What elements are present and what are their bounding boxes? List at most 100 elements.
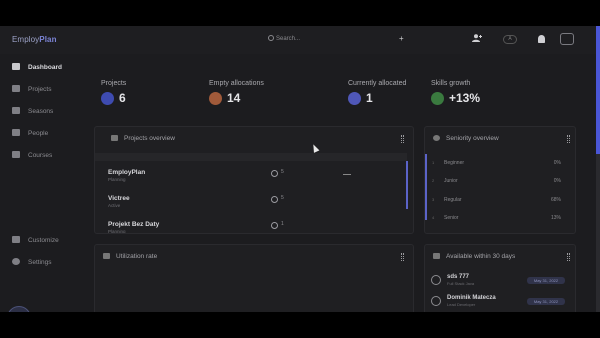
stat-value: 1	[366, 91, 373, 105]
help-button[interactable]	[7, 306, 31, 312]
sidebar-item-courses[interactable]: Courses	[12, 151, 52, 161]
search-input[interactable]: Search...	[268, 35, 300, 42]
projects-overview-card: Projects overview EmployPlan Planning 5 …	[94, 126, 414, 234]
table-row[interactable]: EmployPlan Planning 5	[95, 167, 405, 193]
project-status: Planning	[108, 177, 126, 182]
growth-icon	[431, 91, 444, 105]
sidebar: Dashboard Projects Seasons People Course…	[0, 54, 88, 312]
sidebar-item-label: Seasons	[28, 108, 54, 115]
bell-icon[interactable]	[538, 35, 545, 43]
add-user-icon[interactable]	[472, 34, 482, 45]
list-item: 1 Beginner 0%	[432, 160, 561, 166]
stat-label: Currently allocated	[348, 80, 407, 87]
date-badge: May 31, 2022	[527, 298, 565, 305]
stat-currently-allocated: Currently allocated 1	[348, 80, 406, 105]
kebab-menu-icon[interactable]	[401, 135, 404, 143]
kebab-menu-icon[interactable]	[401, 253, 404, 261]
sidebar-item-label: People	[28, 130, 49, 137]
avatar	[431, 275, 441, 285]
list-item: 2 Junior 0%	[432, 178, 561, 184]
lightbulb-icon	[433, 135, 440, 141]
table-header	[95, 153, 407, 161]
add-icon[interactable]: +	[399, 34, 404, 44]
stat-label: Skills growth	[431, 80, 471, 87]
card-title: Utilization rate	[103, 253, 157, 260]
calendar-icon	[12, 107, 20, 114]
date-badge: May 31, 2022	[527, 277, 565, 284]
project-name[interactable]: Projekt Bez Daty	[108, 221, 159, 228]
people-icon	[271, 196, 278, 203]
sidebar-item-label: Settings	[28, 259, 52, 266]
member-count: 5	[281, 169, 284, 175]
people-icon	[271, 170, 278, 177]
briefcase-icon	[111, 135, 118, 141]
project-name[interactable]: EmployPlan	[108, 169, 145, 176]
kebab-menu-icon[interactable]	[567, 135, 570, 143]
sidebar-item-customize[interactable]: Customize	[12, 236, 59, 246]
sidebar-item-label: Customize	[28, 237, 59, 244]
person-role: Full Stack Java	[447, 281, 475, 286]
gear-icon	[12, 258, 20, 265]
stat-label: Empty allocations	[209, 80, 264, 87]
dashboard-icon	[12, 63, 20, 70]
page-scrollbar[interactable]	[596, 26, 600, 312]
list-scrollbar[interactable]	[406, 161, 408, 209]
utilization-card: Utilization rate	[94, 244, 414, 312]
stat-skills-growth: Skills growth +13%	[431, 80, 480, 105]
project-status: Planning	[108, 229, 126, 234]
card-title: Projects overview	[111, 135, 175, 142]
allocations-icon	[209, 91, 222, 105]
stat-value: 6	[119, 91, 126, 105]
sidebar-item-projects[interactable]: Projects	[12, 85, 51, 95]
stat-label: Projects	[101, 80, 127, 87]
sidebar-item-label: Projects	[28, 86, 52, 93]
person-role: Lead Developer	[447, 302, 476, 307]
sidebar-item-settings[interactable]: Settings	[12, 258, 52, 268]
member-count: 5	[281, 195, 284, 201]
list-item: 4 Senior 13%	[432, 215, 561, 221]
card-title: Available within 30 days	[433, 253, 515, 260]
table-row[interactable]: Projekt Bez Daty Planning 1	[95, 219, 405, 234]
list-item: 3 Regular 68%	[432, 197, 561, 203]
person-name: sds 777	[447, 274, 470, 280]
calendar-icon	[433, 253, 440, 259]
stat-projects: Projects 6	[101, 80, 126, 105]
person-name: Dominik Matecza	[447, 295, 496, 301]
search-placeholder: Search...	[276, 36, 301, 42]
trend-icon	[103, 253, 110, 259]
sidebar-item-seasons[interactable]: Seasons	[12, 107, 53, 117]
card-title: Seniority overview	[433, 135, 499, 142]
sidebar-item-label: Dashboard	[28, 64, 62, 71]
logo[interactable]: EmployPlan	[12, 35, 57, 44]
projects-icon	[101, 91, 114, 105]
list-item[interactable]: Dominik Matecza Lead Developer May 31, 2…	[431, 294, 569, 312]
graduation-cap-icon	[12, 151, 20, 158]
stat-empty-allocations: Empty allocations 14	[209, 80, 264, 105]
document-icon	[12, 85, 20, 92]
sidebar-item-dashboard[interactable]: Dashboard	[12, 63, 62, 73]
avatar[interactable]	[560, 33, 574, 45]
chart-scrollbar	[425, 154, 427, 220]
avatar	[431, 296, 441, 306]
scrollbar-thumb[interactable]	[596, 26, 600, 154]
sidebar-item-people[interactable]: People	[12, 129, 48, 139]
member-count: 1	[281, 221, 284, 227]
people-icon	[271, 222, 278, 229]
kebab-menu-icon[interactable]	[567, 253, 570, 261]
list-item[interactable]: sds 777 Full Stack Java May 31, 2022	[431, 273, 569, 293]
search-icon	[268, 35, 274, 41]
sliders-icon	[12, 236, 20, 243]
seniority-overview-card: Seniority overview 1 Beginner 0% 2 Junior 0%…	[424, 126, 576, 234]
top-bar: EmployPlan Search... + A	[0, 26, 600, 54]
available-card: Available within 30 days sds 777 Full St…	[424, 244, 576, 312]
language-toggle[interactable]: A	[503, 35, 517, 44]
stat-value: 14	[227, 91, 241, 105]
stat-value: +13%	[449, 91, 481, 105]
project-status: Active	[108, 203, 121, 208]
table-row[interactable]: Victree Active 5	[95, 193, 405, 219]
dash-separator	[343, 174, 351, 175]
app-window: EmployPlan Search... + A Dashboard Proje…	[0, 26, 600, 312]
sidebar-item-label: Courses	[28, 152, 53, 159]
person-icon	[348, 91, 361, 105]
project-name[interactable]: Victree	[108, 195, 130, 202]
